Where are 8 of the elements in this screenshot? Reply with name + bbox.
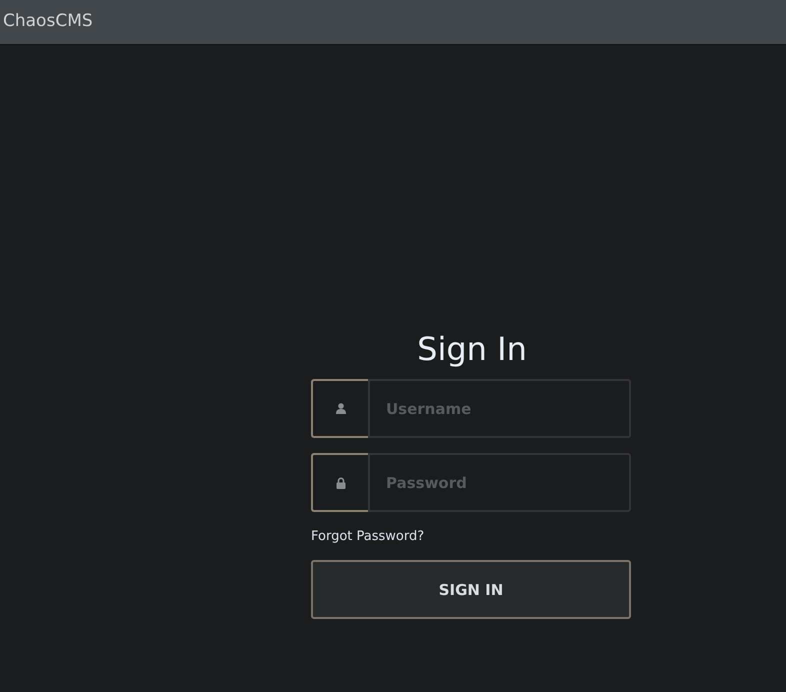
user-icon bbox=[336, 403, 346, 414]
username-field[interactable]: Username bbox=[368, 379, 631, 438]
sign-in-button[interactable]: SIGN IN bbox=[311, 560, 631, 619]
password-field[interactable]: Password bbox=[368, 453, 631, 512]
form-title: Sign In bbox=[416, 329, 527, 369]
lock-icon bbox=[336, 476, 346, 488]
forgot-password-link[interactable]: Forgot Password? bbox=[311, 529, 424, 544]
brand-link[interactable]: ChaosCMS bbox=[3, 11, 93, 33]
